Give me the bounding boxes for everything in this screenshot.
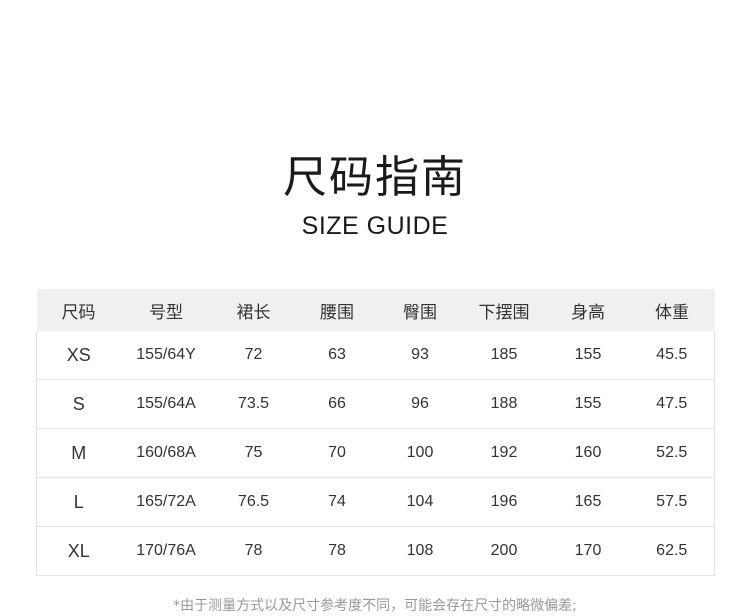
header-model: 号型 <box>120 289 212 331</box>
cell-height: 170 <box>546 526 630 576</box>
cell-skirt-length: 75 <box>211 428 296 478</box>
cell-size: L <box>36 477 121 527</box>
cell-weight: 57.5 <box>629 477 715 527</box>
cell-model: 165/72A <box>120 477 212 527</box>
page-title: 尺码指南 <box>283 152 467 203</box>
cell-hip: 100 <box>378 428 462 478</box>
header-weight: 体重 <box>629 289 715 331</box>
cell-height: 155 <box>546 379 630 429</box>
cell-size: S <box>36 379 121 429</box>
table-body: XS 155/64Y 72 63 93 185 155 45.5 S 155/6… <box>36 331 715 576</box>
cell-height: 155 <box>546 331 630 380</box>
table-row: L 165/72A 76.5 74 104 196 165 57.5 <box>36 477 715 527</box>
cell-waist: 66 <box>295 379 379 429</box>
cell-weight: 45.5 <box>629 331 715 380</box>
cell-hip: 96 <box>378 379 462 429</box>
header-skirt-length: 裙长 <box>211 289 296 331</box>
cell-hem: 196 <box>461 477 547 527</box>
cell-hem: 188 <box>461 379 547 429</box>
cell-hip: 104 <box>378 477 462 527</box>
cell-skirt-length: 78 <box>211 526 296 576</box>
table-row: M 160/68A 75 70 100 192 160 52.5 <box>36 428 715 478</box>
header-hip: 臀围 <box>378 289 462 331</box>
cell-height: 160 <box>546 428 630 478</box>
cell-hip: 108 <box>378 526 462 576</box>
cell-waist: 70 <box>295 428 379 478</box>
cell-size: M <box>36 428 121 478</box>
cell-waist: 74 <box>295 477 379 527</box>
header-waist: 腰围 <box>295 289 379 331</box>
cell-model: 155/64Y <box>120 331 212 380</box>
cell-weight: 47.5 <box>629 379 715 429</box>
cell-size: XS <box>36 331 121 380</box>
cell-model: 160/68A <box>120 428 212 478</box>
cell-waist: 63 <box>295 331 379 380</box>
table-header: 尺码 号型 裙长 腰围 臀围 下摆围 身高 体重 <box>36 289 715 331</box>
cell-model: 170/76A <box>120 526 212 576</box>
cell-size: XL <box>36 526 121 576</box>
header-row: 尺码 号型 裙长 腰围 臀围 下摆围 身高 体重 <box>36 289 715 331</box>
cell-hip: 93 <box>378 331 462 380</box>
header-size: 尺码 <box>36 289 121 331</box>
cell-weight: 52.5 <box>629 428 715 478</box>
cell-skirt-length: 73.5 <box>211 379 296 429</box>
cell-waist: 78 <box>295 526 379 576</box>
size-table: 尺码 号型 裙长 腰围 臀围 下摆围 身高 体重 XS 155/64Y 72 6… <box>36 289 715 576</box>
page-subtitle: SIZE GUIDE <box>301 212 449 240</box>
cell-hem: 200 <box>461 526 547 576</box>
footnote: *由于测量方式以及尺寸参考度不同，可能会存在尺寸的略微偏差; <box>173 598 577 614</box>
header-height: 身高 <box>546 289 630 331</box>
table-row: XS 155/64Y 72 63 93 185 155 45.5 <box>36 331 715 380</box>
cell-hem: 185 <box>461 331 547 380</box>
table-row: S 155/64A 73.5 66 96 188 155 47.5 <box>36 379 715 429</box>
cell-hem: 192 <box>461 428 547 478</box>
table-row: XL 170/76A 78 78 108 200 170 62.5 <box>36 526 715 576</box>
header-hem: 下摆围 <box>461 289 547 331</box>
cell-model: 155/64A <box>120 379 212 429</box>
cell-weight: 62.5 <box>629 526 715 576</box>
cell-height: 165 <box>546 477 630 527</box>
cell-skirt-length: 72 <box>211 331 296 380</box>
cell-skirt-length: 76.5 <box>211 477 296 527</box>
